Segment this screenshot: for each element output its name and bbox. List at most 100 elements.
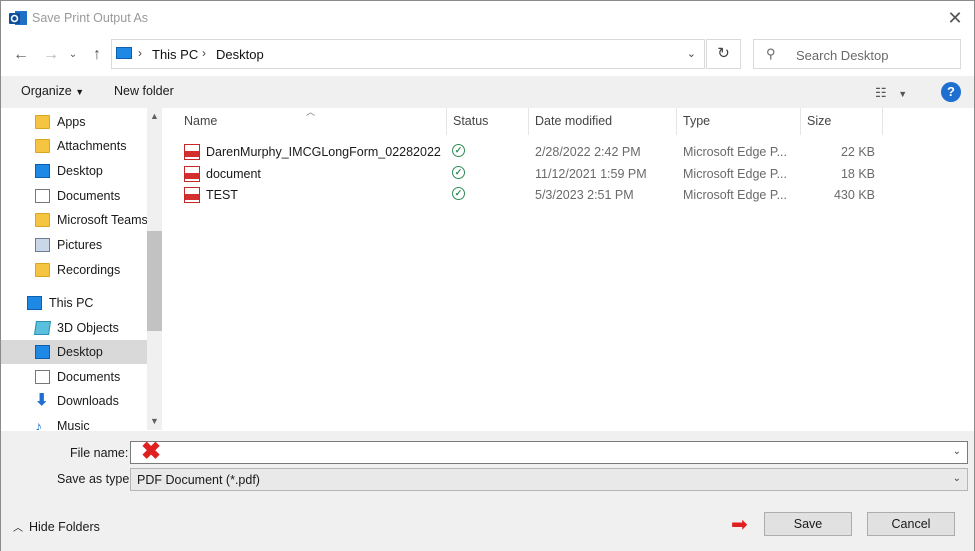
command-bar: Organize ▼ New folder ☷ ▼ ? — [1, 76, 974, 108]
folder-icon — [35, 139, 50, 153]
organize-button[interactable]: Organize ▼ — [21, 84, 84, 98]
sidebar-item-pictures[interactable]: Pictures — [1, 233, 147, 257]
column-header-status[interactable]: Status — [453, 114, 488, 128]
breadcrumb-chevron-icon[interactable]: › — [202, 46, 206, 60]
save-button[interactable]: Save — [764, 512, 852, 536]
file-name: DarenMurphy_IMCGLongForm_02282022 — [206, 145, 441, 159]
folder-icon — [35, 263, 50, 277]
sidebar-item-documents-quick[interactable]: Documents — [1, 184, 147, 208]
sidebar-item-label: Microsoft Teams — [57, 213, 148, 227]
navigation-pane: Apps Attachments Desktop Documents Micro… — [1, 108, 163, 430]
close-icon[interactable]: ✕ — [944, 7, 966, 29]
breadcrumb-chevron-icon[interactable]: › — [138, 46, 142, 60]
sidebar-item-documents[interactable]: Documents — [1, 365, 147, 389]
breadcrumb-this-pc[interactable]: This PC — [152, 47, 198, 62]
desktop-icon — [35, 345, 50, 359]
file-date: 5/3/2023 2:51 PM — [535, 188, 634, 202]
file-date: 2/28/2022 2:42 PM — [535, 145, 641, 159]
sync-ok-icon: ✓ — [452, 166, 465, 179]
sidebar-item-microsoft-teams[interactable]: Microsoft Teams — [1, 208, 148, 232]
outlook-app-icon — [9, 11, 27, 25]
window-title: Save Print Output As — [32, 11, 149, 25]
save-options-panel: File name: ✖ ⌄ Save as type: PDF Documen… — [1, 431, 974, 551]
file-type: Microsoft Edge P... — [683, 167, 787, 181]
address-bar[interactable]: › This PC › Desktop ⌄ — [111, 39, 705, 69]
column-header-type[interactable]: Type — [683, 114, 710, 128]
pc-icon — [116, 47, 132, 59]
column-header-size[interactable]: Size — [807, 114, 831, 128]
file-row[interactable]: document ✓ 11/12/2021 1:59 PM Microsoft … — [178, 163, 878, 185]
desktop-icon — [35, 164, 50, 178]
up-arrow-icon[interactable]: ↑ — [87, 45, 107, 65]
save-as-type-label: Save as type: — [57, 472, 133, 486]
sidebar-scrollbar-thumb[interactable] — [147, 231, 162, 331]
sidebar-item-label: This PC — [49, 296, 94, 310]
save-as-type-value: PDF Document (*.pdf) — [137, 473, 260, 487]
search-box[interactable]: ⚲ Search Desktop — [753, 39, 961, 69]
sidebar-item-downloads[interactable]: ⬇ Downloads — [1, 389, 147, 413]
music-icon: ♪ — [35, 418, 42, 430]
view-options-icon[interactable]: ☷ ▼ — [875, 85, 907, 101]
file-size: 22 KB — [840, 145, 875, 159]
chevron-down-icon[interactable]: ⌄ — [953, 446, 961, 457]
new-folder-button[interactable]: New folder — [114, 84, 174, 98]
column-divider[interactable] — [528, 108, 529, 135]
file-size: 430 KB — [833, 188, 875, 202]
pdf-file-icon — [184, 187, 200, 203]
file-name-label: File name: — [70, 446, 129, 460]
column-header-name[interactable]: Name — [184, 114, 217, 128]
sidebar-item-attachments[interactable]: Attachments — [1, 134, 147, 158]
file-row[interactable]: DarenMurphy_IMCGLongForm_02282022 ✓ 2/28… — [178, 141, 878, 163]
file-name: document — [206, 167, 261, 181]
hide-folders-label: Hide Folders — [29, 520, 100, 534]
file-type: Microsoft Edge P... — [683, 145, 787, 159]
cancel-button[interactable]: Cancel — [867, 512, 955, 536]
3d-objects-icon — [34, 321, 51, 335]
chevron-down-icon[interactable]: ⌄ — [953, 473, 961, 484]
dropdown-caret-icon: ▼ — [75, 87, 85, 97]
help-button[interactable]: ? — [941, 82, 961, 102]
sidebar-item-label: Desktop — [57, 345, 103, 359]
column-divider[interactable] — [800, 108, 801, 135]
sort-ascending-icon: ︿ — [306, 107, 316, 117]
sidebar-item-this-pc[interactable]: This PC — [1, 291, 147, 315]
organize-label: Organize — [21, 84, 72, 98]
column-divider[interactable] — [882, 108, 883, 135]
refresh-button[interactable]: ↻ — [706, 39, 741, 69]
save-as-type-select[interactable]: PDF Document (*.pdf) ⌄ — [130, 468, 968, 491]
file-row[interactable]: TEST ✓ 5/3/2023 2:51 PM Microsoft Edge P… — [178, 184, 878, 206]
sync-ok-icon: ✓ — [452, 144, 465, 157]
sidebar-item-label: Documents — [57, 370, 121, 384]
back-arrow-icon[interactable]: ← — [11, 45, 31, 65]
address-dropdown-icon[interactable]: ⌄ — [687, 47, 696, 60]
pdf-file-icon — [184, 166, 200, 182]
save-dialog: Save Print Output As ✕ ← → ⌄ ↑ › This PC… — [0, 0, 975, 551]
sidebar-item-label: Documents — [57, 189, 121, 203]
forward-arrow-icon[interactable]: → — [41, 45, 61, 65]
scroll-down-icon[interactable]: ▼ — [147, 413, 162, 429]
file-type: Microsoft Edge P... — [683, 188, 787, 202]
sidebar-item-music[interactable]: ♪ Music — [1, 414, 147, 430]
sidebar-item-apps[interactable]: Apps — [1, 110, 147, 134]
sidebar-item-3d-objects[interactable]: 3D Objects — [1, 316, 147, 340]
red-x-annotation-icon: ✖ — [141, 438, 162, 465]
hide-folders-button[interactable]: ︿ Hide Folders — [13, 519, 100, 534]
sync-ok-icon: ✓ — [452, 187, 465, 200]
scroll-up-icon[interactable]: ▲ — [147, 108, 162, 124]
title-bar: Save Print Output As ✕ — [1, 1, 974, 35]
sidebar-item-desktop-quick[interactable]: Desktop — [1, 159, 147, 183]
column-divider[interactable] — [446, 108, 447, 135]
sidebar-item-label: Pictures — [57, 238, 103, 252]
pc-icon — [27, 296, 42, 310]
breadcrumb-desktop[interactable]: Desktop — [216, 47, 264, 62]
sidebar-item-desktop[interactable]: Desktop — [1, 340, 147, 364]
file-size: 18 KB — [840, 167, 875, 181]
file-list: ︿ Name Status Date modified Type Size Da… — [164, 107, 974, 430]
column-divider[interactable] — [676, 108, 677, 135]
recent-locations-chevron-icon[interactable]: ⌄ — [63, 45, 83, 65]
sidebar-item-label: Downloads — [57, 394, 119, 408]
file-name-input[interactable]: ✖ ⌄ — [130, 438, 968, 465]
navigation-bar: ← → ⌄ ↑ › This PC › Desktop ⌄ ↻ ⚲ Search… — [1, 37, 974, 73]
column-header-date-modified[interactable]: Date modified — [535, 114, 612, 128]
sidebar-item-recordings[interactable]: Recordings — [1, 258, 147, 282]
